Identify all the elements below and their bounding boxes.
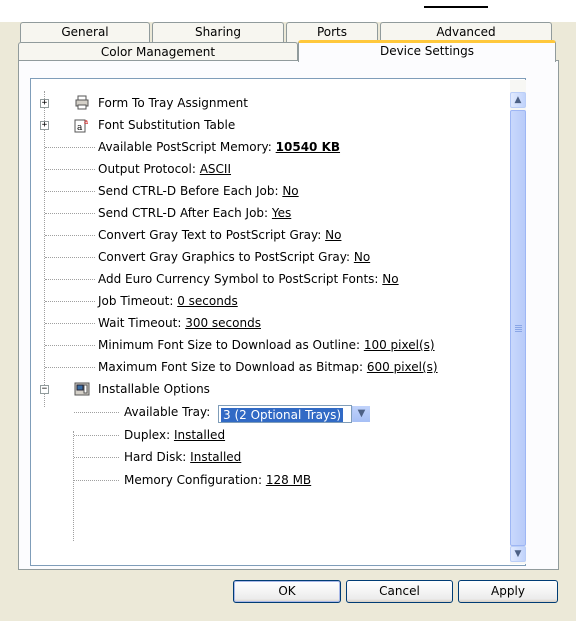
tree-item-available-tray[interactable]: Available Tray: 3 (2 Optional Trays) ▼ — [31, 401, 501, 423]
setting-value[interactable]: ASCII — [200, 162, 231, 176]
tree-line — [74, 435, 119, 436]
title-strip — [0, 0, 576, 22]
setting-label: Wait Timeout: — [98, 316, 186, 330]
apply-button[interactable]: Apply — [458, 580, 558, 603]
setting-value[interactable]: 0 seconds — [177, 294, 238, 308]
tree-item-ctrl-d-after[interactable]: Send CTRL-D After Each Job: Yes — [31, 202, 501, 224]
setting-value[interactable]: No — [282, 184, 298, 198]
tree-line — [45, 169, 95, 170]
tab-ports[interactable]: Ports — [286, 22, 378, 42]
setting-label: Output Protocol: — [98, 162, 200, 176]
setting-value[interactable]: 10540 KB — [276, 140, 340, 154]
scroll-up-icon[interactable]: ▲ — [510, 92, 526, 108]
tab-device-settings[interactable]: Device Settings — [298, 40, 556, 62]
thumb-grip — [515, 325, 522, 326]
tree-line — [74, 412, 119, 413]
printer-properties-dialog: General Sharing Ports Advanced Color Man… — [0, 0, 576, 621]
minus-expander-icon[interactable]: − — [40, 385, 49, 394]
setting-label: Minimum Font Size to Download as Outline… — [98, 338, 364, 352]
setting-value[interactable]: 300 seconds — [185, 316, 261, 330]
setting-value[interactable]: 600 pixel(s) — [367, 360, 438, 374]
tree-item-label: Form To Tray Assignment — [98, 96, 248, 110]
setting-value[interactable]: 128 MB — [266, 473, 311, 487]
tree-line — [74, 457, 119, 458]
tree-item-gray-graphics[interactable]: Convert Gray Graphics to PostScript Gray… — [31, 246, 501, 268]
setting-label: Convert Gray Text to PostScript Gray: — [98, 228, 326, 242]
tree-item-installable-options[interactable]: − Installable Options — [31, 378, 501, 400]
tree-line — [74, 480, 119, 481]
tab-sharing[interactable]: Sharing — [152, 22, 284, 42]
setting-label: Memory Configuration: — [124, 473, 266, 487]
tree-line — [45, 301, 95, 302]
tree-item-memory-configuration[interactable]: Memory Configuration: 128 MB — [31, 469, 501, 491]
thumb-grip — [515, 327, 522, 328]
tree-item-form-to-tray[interactable]: + Form To Tray Assignment — [31, 92, 501, 114]
tree-item-gray-text[interactable]: Convert Gray Text to PostScript Gray: No — [31, 224, 501, 246]
tab-color-management[interactable]: Color Management — [18, 42, 298, 62]
setting-value[interactable]: 100 pixel(s) — [364, 338, 435, 352]
tree-item-job-timeout[interactable]: Job Timeout: 0 seconds — [31, 290, 501, 312]
tree-item-ctrl-d-before[interactable]: Send CTRL-D Before Each Job: No — [31, 180, 501, 202]
setting-value[interactable]: No — [382, 272, 398, 286]
setting-label: Send CTRL-D After Each Job: — [98, 206, 272, 220]
settings-tree[interactable]: + Form To Tray Assignment + a a Font Sub… — [30, 78, 526, 566]
svg-text:a: a — [84, 118, 88, 126]
tree-item-available-postscript-memory[interactable]: Available PostScript Memory: 10540 KB — [31, 136, 501, 158]
title-strip-mark — [424, 6, 488, 8]
cancel-button[interactable]: Cancel — [346, 580, 453, 603]
svg-text:a: a — [77, 123, 83, 133]
setting-label: Duplex: — [124, 428, 174, 442]
tree-item-duplex[interactable]: Duplex: Installed — [31, 424, 501, 446]
tree-line — [45, 235, 95, 236]
setting-label: Available Tray: — [124, 405, 211, 419]
setting-value[interactable]: Installed — [174, 428, 225, 442]
setting-label: Job Timeout: — [98, 294, 178, 308]
printer-tray-icon — [75, 95, 89, 110]
tree-item-max-font-bitmap[interactable]: Maximum Font Size to Download as Bitmap:… — [31, 356, 501, 378]
select-value: 3 (2 Optional Trays) — [221, 407, 344, 422]
tree-item-wait-timeout[interactable]: Wait Timeout: 300 seconds — [31, 312, 501, 334]
setting-label: Add Euro Currency Symbol to PostScript F… — [98, 272, 383, 286]
plus-expander-icon[interactable]: + — [40, 99, 49, 108]
tree-line — [45, 279, 95, 280]
setting-label: Available PostScript Memory: — [98, 140, 276, 154]
chevron-down-icon[interactable]: ▼ — [352, 405, 370, 422]
scroll-down-icon[interactable]: ▼ — [510, 546, 526, 562]
tab-general[interactable]: General — [20, 22, 150, 42]
tree-item-label: Installable Options — [98, 382, 210, 396]
setting-label: Maximum Font Size to Download as Bitmap: — [98, 360, 367, 374]
setting-value[interactable]: Installed — [190, 450, 241, 464]
scroll-thumb[interactable] — [510, 110, 526, 546]
setting-label: Hard Disk: — [124, 450, 191, 464]
tree-line — [45, 367, 95, 368]
setting-value[interactable]: Yes — [272, 206, 291, 220]
tree-scrollbar[interactable]: ▲ ▼ — [510, 80, 526, 564]
setting-label: Send CTRL-D Before Each Job: — [98, 184, 283, 198]
tree-item-label: Font Substitution Table — [98, 118, 236, 132]
thumb-grip — [515, 331, 522, 332]
setting-value[interactable]: No — [354, 250, 370, 264]
tree-line — [45, 257, 95, 258]
installable-options-icon — [74, 382, 90, 396]
tree-item-font-substitution[interactable]: + a a Font Substitution Table — [31, 114, 501, 136]
tree-line — [45, 191, 95, 192]
tab-advanced[interactable]: Advanced — [380, 22, 552, 42]
font-icon: a a — [74, 118, 88, 133]
tree-item-hard-disk[interactable]: Hard Disk: Installed — [31, 446, 501, 468]
tree-line — [45, 345, 95, 346]
tree-item-min-font-outline[interactable]: Minimum Font Size to Download as Outline… — [31, 334, 501, 356]
available-tray-select[interactable]: 3 (2 Optional Trays) ▼ — [218, 402, 370, 424]
plus-expander-icon[interactable]: + — [40, 121, 49, 130]
setting-value[interactable]: No — [325, 228, 341, 242]
tree-item-output-protocol[interactable]: Output Protocol: ASCII — [31, 158, 501, 180]
tree-line — [45, 323, 95, 324]
setting-label: Convert Gray Graphics to PostScript Gray… — [98, 250, 354, 264]
tree-item-euro-symbol[interactable]: Add Euro Currency Symbol to PostScript F… — [31, 268, 501, 290]
tree-line — [45, 147, 95, 148]
tree-line — [45, 213, 95, 214]
thumb-grip — [515, 329, 522, 330]
ok-button[interactable]: OK — [233, 580, 341, 603]
